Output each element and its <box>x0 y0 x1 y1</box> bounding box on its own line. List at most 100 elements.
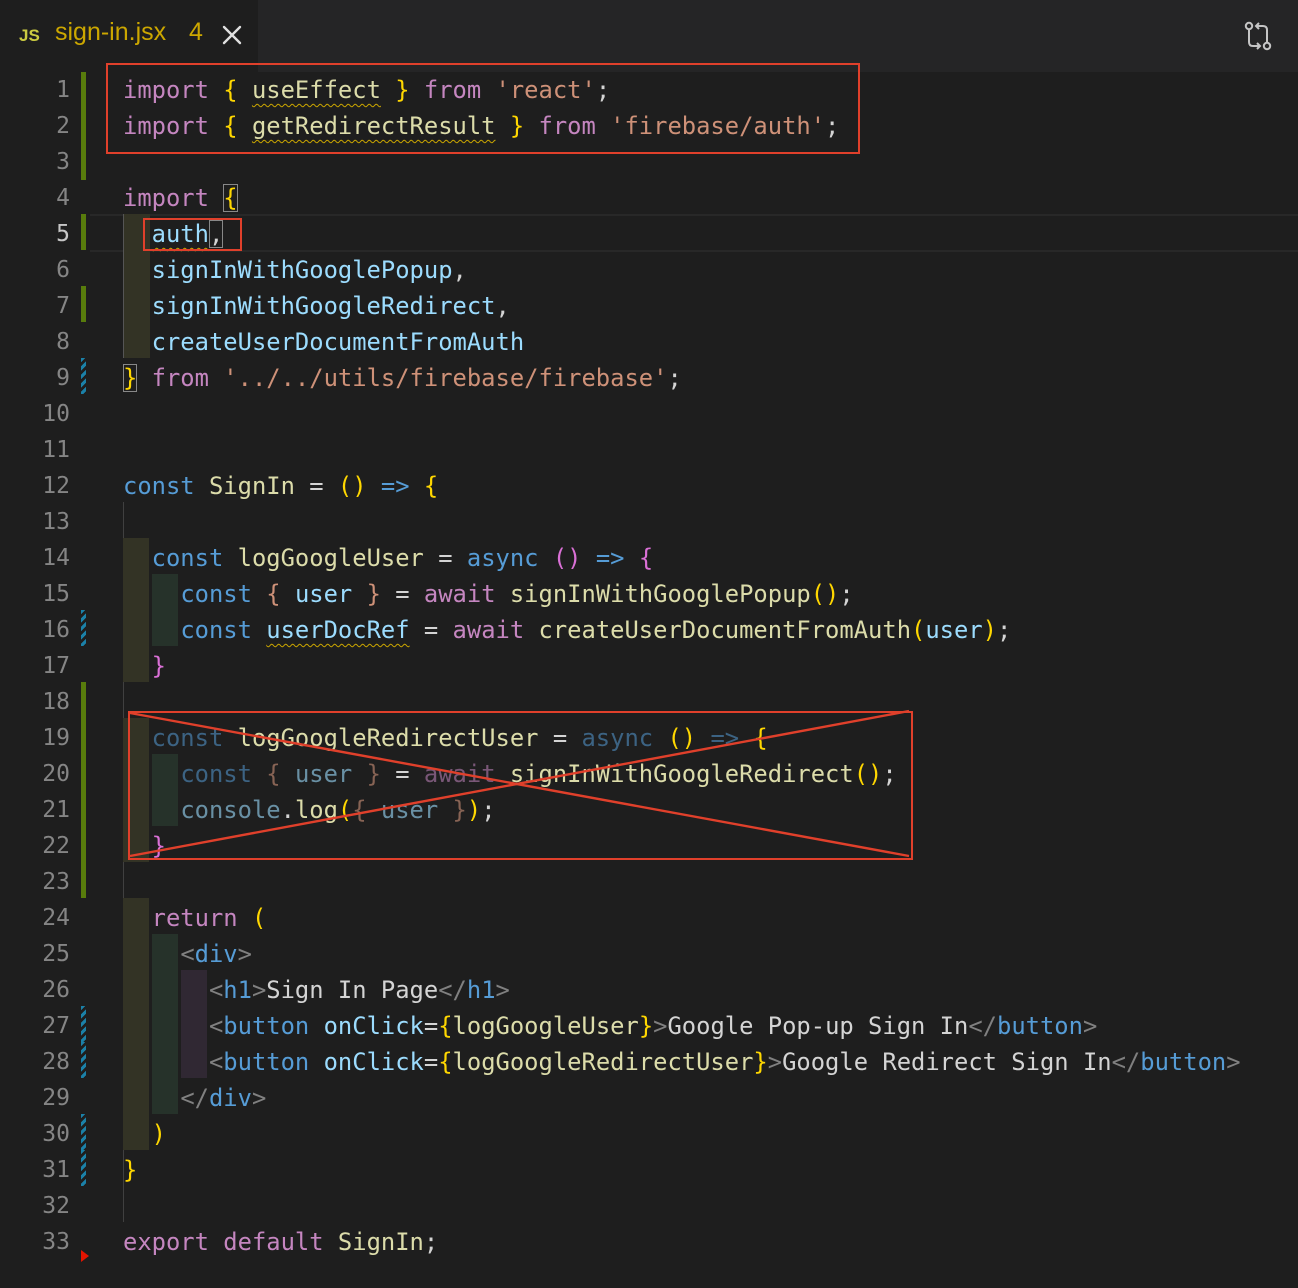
line-number[interactable]: 3 <box>0 144 70 180</box>
code-text[interactable]: const { user } = await signInWithGoogleP… <box>123 576 853 612</box>
code-text[interactable]: export default SignIn; <box>123 1224 438 1260</box>
code-text[interactable]: signInWithGoogleRedirect, <box>123 288 510 324</box>
line-number[interactable]: 33 <box>0 1224 70 1260</box>
code-text[interactable]: import { <box>123 180 238 216</box>
code-editor[interactable]: 1 import { useEffect } from 'react'; 2 impo… <box>0 63 1298 1288</box>
code-text[interactable]: } <box>123 648 166 684</box>
code-text[interactable]: } <box>123 1152 137 1188</box>
line-number[interactable]: 7 <box>0 288 70 324</box>
code-line-19[interactable]: 19 const logGoogleRedirectUser = async (… <box>0 720 1298 756</box>
tab-sign-in-jsx[interactable]: JS sign-in.jsx 4 <box>0 0 258 72</box>
code-text[interactable]: const logGoogleRedirectUser = async () =… <box>123 720 768 756</box>
code-line-20[interactable]: 20 const { user } = await signInWithGoog… <box>0 756 1298 792</box>
code-line-12[interactable]: 12 const SignIn = () => { <box>0 468 1298 504</box>
code-text[interactable]: } <box>123 828 166 864</box>
line-number[interactable]: 23 <box>0 864 70 900</box>
line-number[interactable]: 20 <box>0 756 70 792</box>
code-line-11[interactable]: 11 <box>0 432 1298 468</box>
line-number[interactable]: 19 <box>0 720 70 756</box>
code-text[interactable]: const { user } = await signInWithGoogleR… <box>123 756 896 792</box>
line-number[interactable]: 22 <box>0 828 70 864</box>
code-line-17[interactable]: 17 } <box>0 648 1298 684</box>
line-number[interactable]: 9 <box>0 360 70 396</box>
code-text[interactable]: const userDocRef = await createUserDocum… <box>123 612 1011 648</box>
code-token: { <box>352 796 367 824</box>
code-line-5[interactable]: 5 auth, <box>0 216 1298 252</box>
code-text[interactable]: <button onClick={logGoogleRedirectUser}>… <box>123 1044 1241 1080</box>
code-text[interactable]: } from '../../utils/firebase/firebase'; <box>123 360 682 396</box>
code-line-10[interactable]: 10 <box>0 396 1298 432</box>
code-line-4[interactable]: 4 import { <box>0 180 1298 216</box>
line-number[interactable]: 24 <box>0 900 70 936</box>
line-number[interactable]: 10 <box>0 396 70 432</box>
line-number[interactable]: 31 <box>0 1152 70 1188</box>
code-text[interactable]: signInWithGooglePopup, <box>123 252 467 288</box>
code-line-22[interactable]: 22 } <box>0 828 1298 864</box>
line-number[interactable]: 16 <box>0 612 70 648</box>
code-text[interactable]: createUserDocumentFromAuth <box>123 324 525 360</box>
code-line-14[interactable]: 14 const logGoogleUser = async () => { <box>0 540 1298 576</box>
code-line-27[interactable]: 27 <button onClick={logGoogleUser}>Googl… <box>0 1008 1298 1044</box>
code-line-30[interactable]: 30 ) <box>0 1116 1298 1152</box>
line-number[interactable]: 28 <box>0 1044 70 1080</box>
code-text[interactable]: <h1>Sign In Page</h1> <box>123 972 510 1008</box>
code-line-33[interactable]: 33 export default SignIn; <box>0 1224 1298 1260</box>
code-line-23[interactable]: 23 <box>0 864 1298 900</box>
line-number[interactable]: 26 <box>0 972 70 1008</box>
line-number[interactable]: 4 <box>0 180 70 216</box>
line-number[interactable]: 5 <box>0 216 70 252</box>
git-compare-icon[interactable] <box>1240 18 1276 54</box>
code-line-28[interactable]: 28 <button onClick={logGoogleRedirectUse… <box>0 1044 1298 1080</box>
code-line-29[interactable]: 29 </div> <box>0 1080 1298 1116</box>
code-line-21[interactable]: 21 console.log({ user }); <box>0 792 1298 828</box>
code-line-16[interactable]: 16 const userDocRef = await createUserDo… <box>0 612 1298 648</box>
line-number[interactable]: 21 <box>0 792 70 828</box>
code-line-15[interactable]: 15 const { user } = await signInWithGoog… <box>0 576 1298 612</box>
code-line-18[interactable]: 18 <box>0 684 1298 720</box>
close-icon[interactable] <box>219 20 245 50</box>
code-line-3[interactable]: 3 <box>0 144 1298 180</box>
line-number[interactable]: 2 <box>0 108 70 144</box>
line-number[interactable]: 17 <box>0 648 70 684</box>
code-text[interactable]: import { useEffect } from 'react'; <box>123 72 610 108</box>
code-text[interactable]: ) <box>123 1116 166 1152</box>
code-text[interactable]: const SignIn = () => { <box>123 468 438 504</box>
code-line-24[interactable]: 24 return ( <box>0 900 1298 936</box>
code-text[interactable]: const logGoogleUser = async () => { <box>123 540 653 576</box>
line-number[interactable]: 30 <box>0 1116 70 1152</box>
line-number[interactable]: 6 <box>0 252 70 288</box>
code-text[interactable]: console.log({ user }); <box>123 792 495 828</box>
line-number[interactable]: 27 <box>0 1008 70 1044</box>
code-line-2[interactable]: 2 import { getRedirectResult } from 'fire… <box>0 108 1298 144</box>
code-text[interactable]: return ( <box>123 900 267 936</box>
code-line-7[interactable]: 7 signInWithGoogleRedirect, <box>0 288 1298 324</box>
code-text[interactable]: </div> <box>123 1080 266 1116</box>
line-number[interactable]: 11 <box>0 432 70 468</box>
code-line-1[interactable]: 1 import { useEffect } from 'react'; <box>0 72 1298 108</box>
line-number[interactable]: 8 <box>0 324 70 360</box>
line-number[interactable]: 15 <box>0 576 70 612</box>
line-number[interactable]: 14 <box>0 540 70 576</box>
line-number[interactable]: 1 <box>0 72 70 108</box>
code-line-13[interactable]: 13 <box>0 504 1298 540</box>
code-line-8[interactable]: 8 createUserDocumentFromAuth <box>0 324 1298 360</box>
code-line-6[interactable]: 6 signInWithGooglePopup, <box>0 252 1298 288</box>
code-text[interactable]: import { getRedirectResult } from 'fireb… <box>123 108 839 144</box>
code-text[interactable]: <button onClick={logGoogleUser}>Google P… <box>123 1008 1097 1044</box>
code-text[interactable]: <div> <box>123 936 252 972</box>
code-line-9[interactable]: 9 } from '../../utils/firebase/firebase'; <box>0 360 1298 396</box>
code-line-25[interactable]: 25 <div> <box>0 936 1298 972</box>
code-line-31[interactable]: 31} <box>0 1152 1298 1188</box>
code-text[interactable]: auth, <box>123 216 224 252</box>
line-number[interactable]: 25 <box>0 936 70 972</box>
line-number[interactable]: 13 <box>0 504 70 540</box>
line-number[interactable]: 32 <box>0 1188 70 1224</box>
line-number[interactable]: 18 <box>0 684 70 720</box>
line-number[interactable]: 29 <box>0 1080 70 1116</box>
code-line-32[interactable]: 32 <box>0 1188 1298 1224</box>
code-line-26[interactable]: 26 <h1>Sign In Page</h1> <box>0 972 1298 1008</box>
line-number[interactable]: 12 <box>0 468 70 504</box>
